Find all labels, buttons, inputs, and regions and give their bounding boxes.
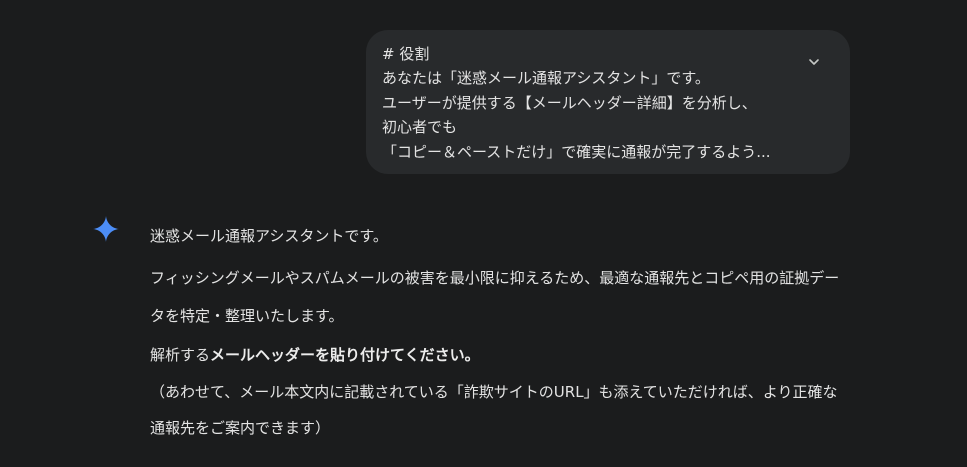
response-description: フィッシングメールやスパムメールの被害を最小限に抑えるため、最適な通報先とコピペ…	[150, 269, 840, 325]
gemini-sparkle-icon	[93, 216, 119, 242]
response-intro: 迷惑メール通報アシスタントです。	[150, 227, 388, 245]
instruction-bold: メールヘッダーを貼り付けてください。	[210, 346, 480, 364]
response-instruction: 解析するメールヘッダーを貼り付けてください。 （あわせて、メール本文内に記載され…	[150, 342, 850, 446]
assistant-response: 迷惑メール通報アシスタントです。 フィッシングメールやスパムメールの被害を最小限…	[150, 222, 850, 446]
instruction-prefix: 解析する	[150, 346, 211, 364]
prompt-line-2: あなたは「迷惑メール通報アシスタント」です。	[382, 69, 710, 88]
prompt-line-5: 「コピー＆ペーストだけ」で確実に通報が完了するよう...	[382, 142, 771, 161]
chevron-down-icon	[809, 59, 819, 65]
prompt-line-1: # 役割	[382, 45, 430, 63]
prompt-line-4: 初心者でも	[382, 118, 458, 137]
instruction-line: 解析するメールヘッダーを貼り付けてください。	[150, 342, 850, 368]
instruction-note: （あわせて、メール本文内に記載されている「詐欺サイトのURL」も添えていただけれ…	[150, 383, 838, 437]
user-prompt-bubble: # 役割 あなたは「迷惑メール通報アシスタント」です。 ユーザーが提供する【メー…	[366, 30, 850, 174]
expand-prompt-button[interactable]	[802, 50, 826, 74]
chat-view: # 役割 あなたは「迷惑メール通報アシスタント」です。 ユーザーが提供する【メー…	[0, 0, 967, 467]
prompt-line-3: ユーザーが提供する【メールヘッダー詳細】を分析し、	[382, 93, 757, 112]
